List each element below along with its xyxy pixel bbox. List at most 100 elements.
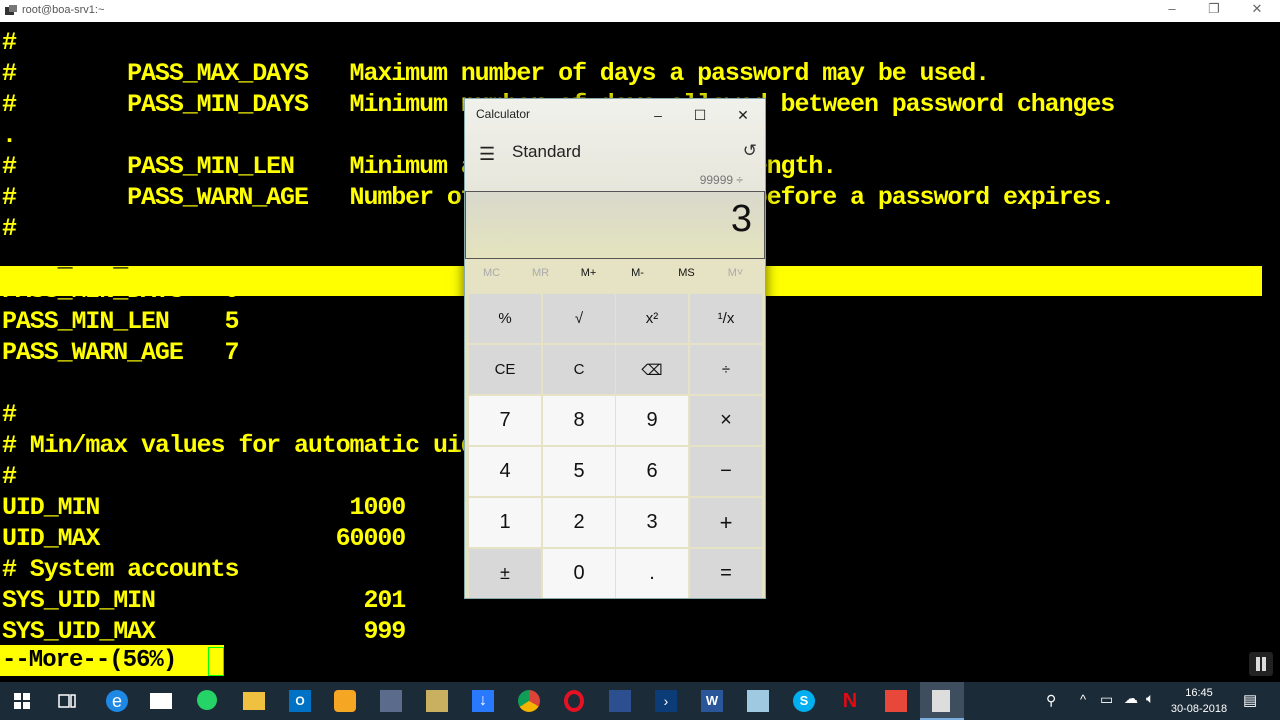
key-multiply[interactable]: × [690,396,762,445]
key-clear[interactable]: C [543,345,615,394]
more-prompt-text: --More--(56%) [2,647,177,674]
download-icon[interactable]: ↓ [472,690,494,712]
battery-icon[interactable]: ▭ [1100,691,1113,708]
key-2[interactable]: 2 [543,498,615,547]
windows-start-icon[interactable] [14,693,30,709]
pause-icon[interactable] [1249,652,1273,676]
calculator-taskbar-button[interactable] [920,682,964,720]
terminal-line: SYS_UID_MAX 999 [2,617,406,646]
key-add[interactable]: + [690,498,762,547]
app-notes-icon[interactable] [747,690,769,712]
terminal-line: UID_MIN 1000 [2,493,406,522]
app-orange-icon[interactable] [334,690,356,712]
terminal-line: UID_MAX 60000 [2,524,406,553]
key-percent[interactable]: % [469,294,541,343]
clock-time: 16:45 [1185,687,1213,699]
notifications-icon[interactable]: ▤ [1243,691,1257,709]
clock-date: 30-08-2018 [1170,703,1228,715]
key-3[interactable]: 3 [616,498,688,547]
history-icon[interactable]: ↺ [743,141,757,161]
powershell-ise-icon[interactable] [609,690,631,712]
key-9[interactable]: 9 [616,396,688,445]
skype-icon[interactable]: S [793,690,815,712]
terminal-scrollbar[interactable] [1270,22,1280,678]
terminal-line: PASS_MIN_DAYS 0 [2,276,239,305]
key-6[interactable]: 6 [616,447,688,496]
key-sqrt[interactable]: √ [543,294,615,343]
key-divide[interactable]: ÷ [690,345,762,394]
terminal-line: . [2,121,17,150]
terminal-line-highlighted: PASS_MAX_DAYS 99999 [2,245,295,274]
key-1[interactable]: 1 [469,498,541,547]
minimize-icon[interactable]: – [1157,1,1187,16]
key-negate[interactable]: ± [469,549,541,598]
terminal-line: # [2,28,17,57]
terminal-line: # [2,400,17,429]
memory-subtract-button[interactable]: M- [613,267,662,279]
key-4[interactable]: 4 [469,447,541,496]
mail-icon[interactable] [150,693,172,709]
terminal-title: root@boa-srv1:~ [22,4,105,16]
more-prompt: --More--(56%) [0,645,224,676]
memory-clear-button[interactable]: MC [467,267,516,279]
calc-maximize-icon[interactable]: ☐ [685,104,715,126]
terminal-line: # PASS_MAX_DAYS Maximum number of days a… [2,59,990,88]
calculator-window[interactable]: Calculator – ☐ ✕ ☰ Standard ↺ 99999 ÷ 3 … [464,98,766,599]
key-square[interactable]: x² [616,294,688,343]
whatsapp-icon[interactable] [197,690,217,710]
memory-store-button[interactable]: MS [662,267,711,279]
calculator-mode: Standard [512,142,581,161]
calculator-icon [932,690,950,712]
calculator-value: 3 [730,198,752,240]
calculator-display: 3 [465,191,765,259]
task-view-icon[interactable] [58,693,76,709]
key-subtract[interactable]: − [690,447,762,496]
terminal-app-icon [5,5,17,15]
terminal-line: SYS_UID_MIN 201 [2,586,406,615]
outlook-icon[interactable]: O [289,690,311,712]
backspace-icon[interactable]: ⌫ [616,345,688,394]
taskbar: e O ↓ › W S N ⚲ ^ ▭ ☁ 🔈︎ 16:45 30-08-201… [0,682,1280,720]
calc-close-icon[interactable]: ✕ [728,104,758,126]
key-equals[interactable]: = [690,549,762,598]
volume-icon[interactable]: 🔈︎ [1146,690,1154,707]
key-decimal[interactable]: . [616,549,688,598]
terminal-line: # [2,214,17,243]
calculator-expression: 99999 ÷ [699,173,743,187]
chrome-icon[interactable] [518,690,540,712]
edge-browser-icon[interactable]: e [106,690,128,712]
chevron-up-icon[interactable]: ^ [1080,692,1086,707]
terminal-line: PASS_WARN_AGE 7 [2,338,239,367]
app-folder-icon[interactable] [426,690,448,712]
hamburger-menu-icon[interactable]: ☰ [479,144,495,165]
memory-list-button[interactable]: M˅ [711,267,760,279]
calc-minimize-icon[interactable]: – [643,104,673,126]
file-explorer-icon[interactable] [243,692,265,710]
clock[interactable]: 16:45 30-08-2018 [1166,685,1232,717]
key-8[interactable]: 8 [543,396,615,445]
key-reciprocal[interactable]: ¹/x [690,294,762,343]
opera-icon[interactable] [564,690,584,712]
terminal-line: PASS_MIN_LEN 5 [2,307,239,336]
word-icon[interactable]: W [701,690,723,712]
keypad: % √ x² ¹/x CE C ⌫ ÷ 7 8 9 × 4 5 6 − 1 2 … [467,292,763,598]
key-0[interactable]: 0 [543,549,615,598]
terminal-cursor [208,647,224,676]
key-ce[interactable]: CE [469,345,541,394]
app-red-icon[interactable] [885,690,907,712]
close-icon[interactable]: ✕ [1242,1,1272,17]
netflix-icon[interactable]: N [839,690,861,712]
restore-icon[interactable]: ❐ [1199,1,1229,17]
terminal-titlebar: root@boa-srv1:~ – ❐ ✕ [0,0,1280,22]
key-7[interactable]: 7 [469,396,541,445]
memory-recall-button[interactable]: MR [516,267,565,279]
people-icon[interactable]: ⚲ [1046,692,1056,709]
onedrive-icon[interactable]: ☁ [1124,690,1138,707]
calculator-header: Calculator – ☐ ✕ ☰ Standard ↺ 99999 ÷ [465,99,765,191]
memory-add-button[interactable]: M+ [564,267,613,279]
putty-icon[interactable] [380,690,402,712]
key-5[interactable]: 5 [543,447,615,496]
powershell-icon[interactable]: › [655,690,677,712]
terminal-line: # [2,462,17,491]
calculator-title: Calculator [476,107,531,121]
